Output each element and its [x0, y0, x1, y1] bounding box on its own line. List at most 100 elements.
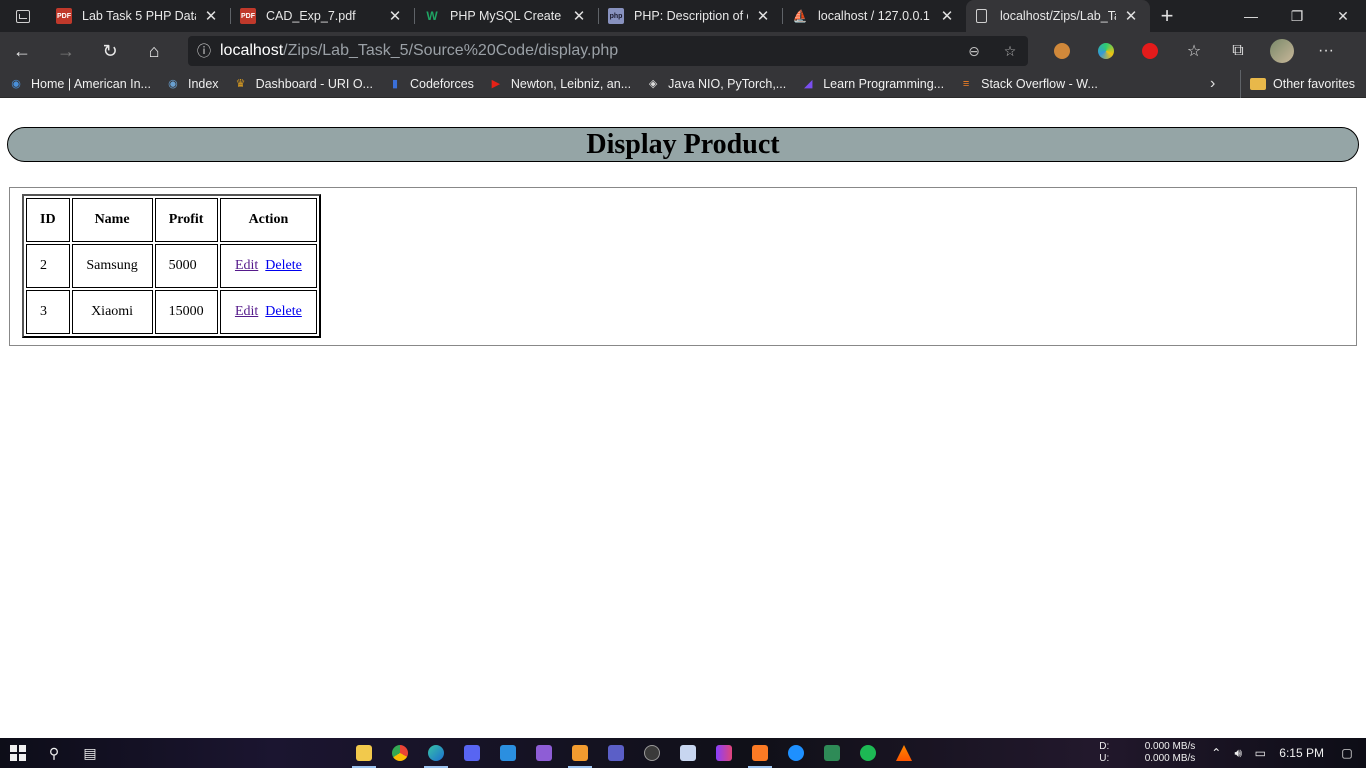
- teams-icon[interactable]: [598, 738, 634, 768]
- favorite-label: Codeforces: [409, 76, 474, 91]
- visual-studio-icon[interactable]: [526, 738, 562, 768]
- vscode-icon[interactable]: [490, 738, 526, 768]
- favorite-item[interactable]: ◉ Index: [165, 76, 218, 92]
- tab-title: localhost / 127.0.0.1 /: [818, 9, 932, 23]
- tab-actions-button[interactable]: [0, 0, 46, 32]
- edit-link[interactable]: Edit: [235, 304, 258, 319]
- tab-phpmyadmin[interactable]: ⛵ localhost / 127.0.0.1 / ✕: [782, 0, 966, 32]
- obs-icon[interactable]: [634, 738, 670, 768]
- other-favorites-label: Other favorites: [1273, 77, 1355, 91]
- tab-close-icon[interactable]: ✕: [570, 7, 588, 25]
- favorites-overflow-icon[interactable]: ›: [1210, 70, 1215, 98]
- php-icon: php: [608, 8, 624, 24]
- favorite-item[interactable]: ▶ Newton, Leibniz, an...: [488, 76, 631, 92]
- refresh-icon[interactable]: ↻: [88, 32, 132, 70]
- pdf-icon: PDF: [240, 8, 256, 24]
- cell-id: 2: [26, 244, 70, 288]
- tab-title: Lab Task 5 PHP Databa: [82, 9, 196, 23]
- site-info-icon[interactable]: ⓘ: [188, 41, 220, 61]
- add-favorite-icon[interactable]: ☆: [992, 43, 1028, 60]
- minimize-icon[interactable]: —: [1228, 0, 1274, 32]
- network-icon[interactable]: ▭: [1249, 746, 1271, 760]
- profile-avatar[interactable]: [1260, 32, 1304, 70]
- favorite-label: Dashboard - URI O...: [255, 76, 373, 91]
- tab-cad-exp-7[interactable]: PDF CAD_Exp_7.pdf ✕: [230, 0, 414, 32]
- products-table: ID Name Profit Action 2 Samsung 5000 Edi…: [22, 194, 322, 338]
- notifications-icon[interactable]: ▢: [1336, 746, 1358, 760]
- file-explorer-icon[interactable]: [346, 738, 382, 768]
- net-down-label: D:: [1099, 741, 1110, 752]
- close-window-icon[interactable]: ✕: [1320, 0, 1366, 32]
- tab-php-mysql-create[interactable]: W PHP MySQL Create Da ✕: [414, 0, 598, 32]
- delete-link[interactable]: Delete: [265, 258, 302, 273]
- url-text[interactable]: localhost/Zips/Lab_Task_5/Source%20Code/…: [220, 42, 956, 60]
- table-row: 3 Xiaomi 15000 Edit Delete: [26, 290, 318, 334]
- favorite-label: Newton, Leibniz, an...: [510, 76, 632, 91]
- favorite-item[interactable]: ♛ Dashboard - URI O...: [233, 76, 373, 92]
- favorite-item[interactable]: ◉ Home | American In...: [8, 76, 151, 92]
- cell-profit: 15000: [154, 290, 218, 334]
- favorites-bar: ◉ Home | American In... ◉ Index ♛ Dashbo…: [0, 70, 1366, 98]
- discord-icon[interactable]: [454, 738, 490, 768]
- cell-name: Xiaomi: [71, 290, 153, 334]
- home-icon[interactable]: ⌂: [132, 32, 176, 70]
- favorite-label: Learn Programming...: [823, 76, 945, 91]
- app-blue-icon[interactable]: [778, 738, 814, 768]
- task-view-icon[interactable]: ▤: [72, 738, 108, 768]
- collections-icon[interactable]: ⧉: [1216, 32, 1260, 70]
- search-icon[interactable]: ⚲: [36, 738, 72, 768]
- tab-display-php[interactable]: localhost/Zips/Lab_Tas ✕: [966, 0, 1150, 32]
- pdf-icon: PDF: [56, 8, 72, 24]
- more-options-icon[interactable]: ···: [1304, 32, 1348, 70]
- favorite-item[interactable]: ◈ Java NIO, PyTorch,...: [645, 76, 786, 92]
- app-icon[interactable]: [670, 738, 706, 768]
- page-icon: [976, 9, 987, 23]
- volume-icon[interactable]: 🔊︎: [1227, 746, 1249, 761]
- tab-close-icon[interactable]: ✕: [202, 7, 220, 25]
- tab-lab-task-5[interactable]: PDF Lab Task 5 PHP Databa ✕: [46, 0, 230, 32]
- tab-close-icon[interactable]: ✕: [386, 7, 404, 25]
- forward-icon[interactable]: →: [44, 32, 88, 70]
- browser-toolbar: ← → ↻ ⌂ ⓘ localhost/Zips/Lab_Task_5/Sour…: [0, 32, 1366, 70]
- extension-adblock-icon[interactable]: [1128, 32, 1172, 70]
- new-tab-button[interactable]: +: [1150, 0, 1184, 32]
- address-bar[interactable]: ⓘ localhost/Zips/Lab_Task_5/Source%20Cod…: [188, 36, 1028, 66]
- tab-close-icon[interactable]: ✕: [754, 7, 772, 25]
- spotify-icon[interactable]: [850, 738, 886, 768]
- page-title: Display Product: [7, 127, 1359, 162]
- app-green-icon[interactable]: [814, 738, 850, 768]
- extension-colorful-icon[interactable]: [1084, 32, 1128, 70]
- cell-action: Edit Delete: [219, 244, 318, 288]
- vlc-icon[interactable]: [886, 738, 922, 768]
- chrome-icon[interactable]: [382, 738, 418, 768]
- favorite-icon: ◉: [168, 78, 178, 90]
- favorite-label: Stack Overflow - W...: [981, 76, 1098, 91]
- column-header-profit: Profit: [154, 198, 218, 242]
- favorites-icon[interactable]: ☆: [1172, 32, 1216, 70]
- chevron-up-icon[interactable]: ⌃: [1205, 746, 1227, 760]
- tab-close-icon[interactable]: ✕: [1122, 7, 1140, 25]
- delete-link[interactable]: Delete: [265, 304, 302, 319]
- xampp-icon[interactable]: [742, 738, 778, 768]
- window-controls: — ❐ ✕: [1228, 0, 1366, 32]
- edit-link[interactable]: Edit: [235, 258, 258, 273]
- extension-owl-icon[interactable]: [1040, 32, 1084, 70]
- media-icon[interactable]: [706, 738, 742, 768]
- sublime-text-icon[interactable]: [562, 738, 598, 768]
- edge-icon[interactable]: [418, 738, 454, 768]
- favorite-icon: ◉: [11, 78, 21, 90]
- table-header-row: ID Name Profit Action: [26, 198, 318, 242]
- favorite-item[interactable]: ≡ Stack Overflow - W...: [958, 76, 1098, 92]
- back-icon[interactable]: ←: [0, 32, 44, 70]
- other-favorites[interactable]: Other favorites: [1240, 70, 1355, 98]
- favorite-item[interactable]: ▮ Codeforces: [387, 76, 474, 92]
- cell-name: Samsung: [71, 244, 153, 288]
- favorite-item[interactable]: ◢ Learn Programming...: [800, 76, 944, 92]
- windows-taskbar: ⚲ ▤ D: 0.000 MB/s U: 0.000 MB/s ⌃ 🔊︎ ▭ 6:1…: [0, 738, 1366, 768]
- zoom-icon[interactable]: ⊖: [956, 43, 992, 60]
- windows-start-icon[interactable]: [0, 738, 36, 768]
- tab-close-icon[interactable]: ✕: [938, 7, 956, 25]
- tab-php-description[interactable]: php PHP: Description of co ✕: [598, 0, 782, 32]
- clock[interactable]: 6:15 PM: [1279, 746, 1324, 760]
- restore-icon[interactable]: ❐: [1274, 0, 1320, 32]
